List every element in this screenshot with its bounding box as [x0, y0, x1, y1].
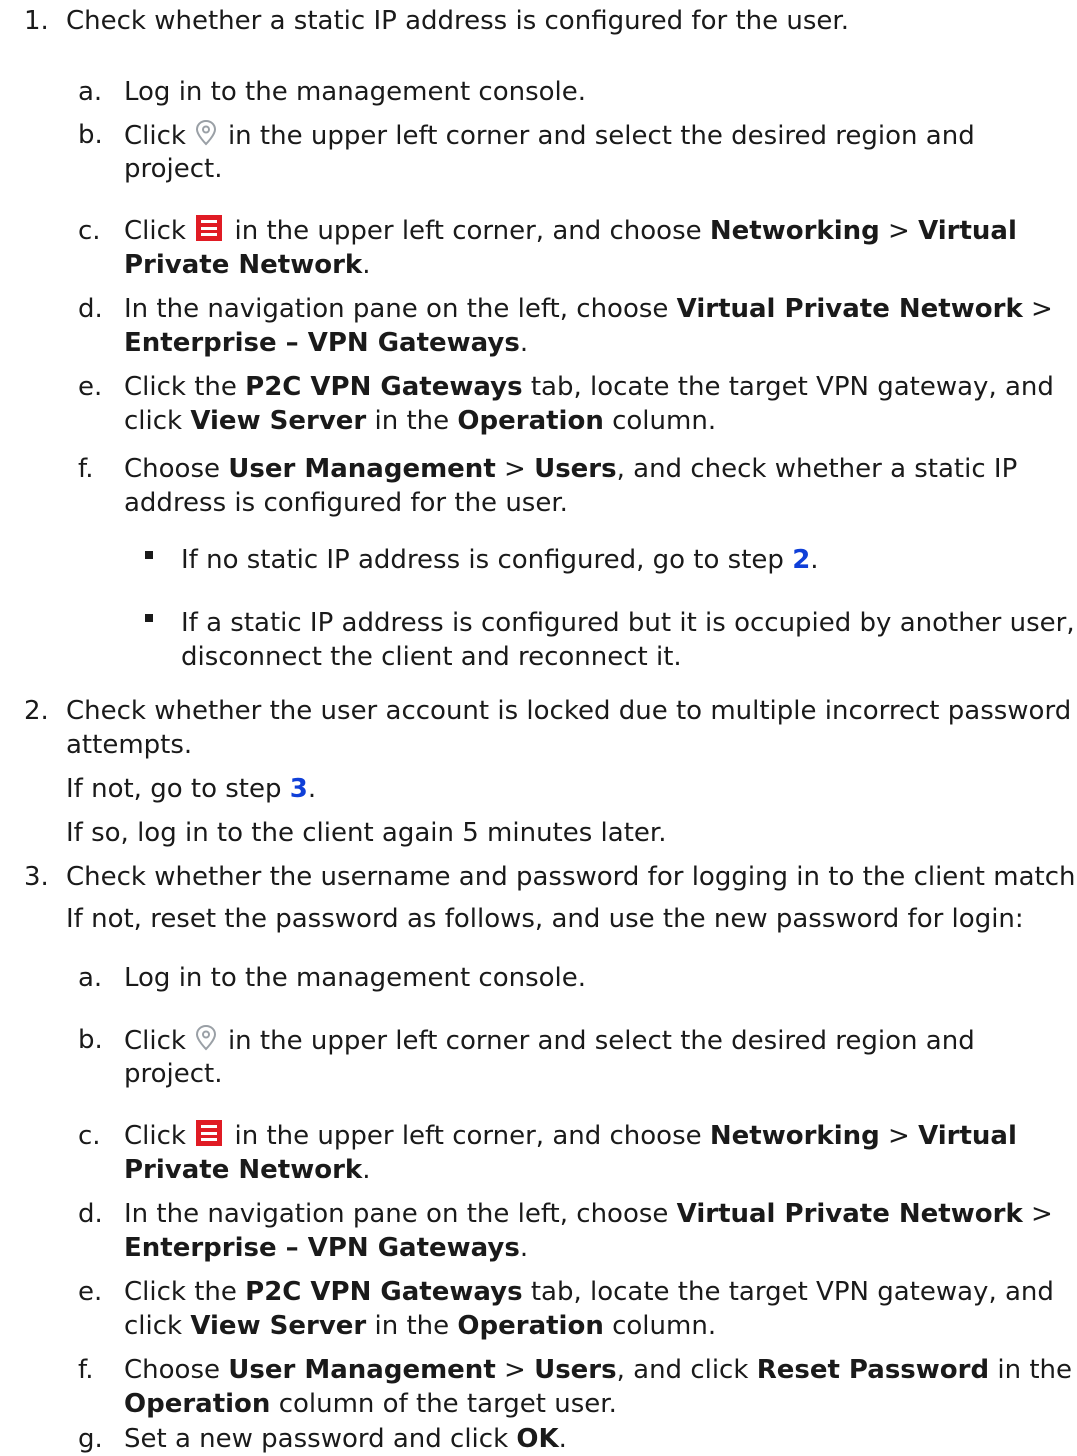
substep-text: Click the P2C VPN Gateways tab, locate t…	[124, 372, 1054, 402]
substep-text-cont: address is configured for the user.	[124, 488, 568, 518]
substep-letter: f.	[78, 1355, 94, 1385]
bullet-marker	[145, 614, 153, 622]
substep-letter: c.	[78, 1121, 101, 1151]
substep-text-cont: Private Network.	[124, 1155, 371, 1185]
step-link[interactable]: 2	[792, 545, 810, 575]
substep-letter: g.	[78, 1424, 103, 1454]
substep-text-cont: Private Network.	[124, 250, 371, 280]
bullet-text: If no static IP address is configured, g…	[181, 545, 819, 575]
location-pin-icon	[190, 1023, 222, 1053]
substep-text: Click the P2C VPN Gateways tab, locate t…	[124, 1277, 1054, 1307]
step-link[interactable]: 3	[290, 774, 308, 804]
substep-letter: c.	[78, 216, 101, 246]
substep-letter: b.	[78, 120, 103, 150]
substep-text-cont: Enterprise – VPN Gateways.	[124, 328, 529, 358]
substep-text-cont: click View Server in the Operation colum…	[124, 1311, 717, 1341]
step-paragraph: If not, go to step 3.	[66, 774, 317, 804]
substep-letter: e.	[78, 1277, 103, 1307]
step-text-cont: attempts.	[66, 730, 193, 760]
substep-text: Choose User Management > Users, and chec…	[124, 454, 1018, 484]
substep-text-cont: Enterprise – VPN Gateways.	[124, 1233, 529, 1263]
step-number: 2.	[24, 696, 49, 726]
substep-text-cont: click View Server in the Operation colum…	[124, 406, 717, 436]
bullet-text-cont: disconnect the client and reconnect it.	[181, 642, 682, 672]
substep-text: In the navigation pane on the left, choo…	[124, 1199, 1053, 1229]
substep-letter: b.	[78, 1025, 103, 1055]
substep-letter: a.	[78, 963, 103, 993]
substep-text: Click in the upper left corner and select…	[124, 118, 975, 153]
service-list-menu-icon	[196, 1120, 223, 1146]
substep-text-cont: project.	[124, 154, 223, 184]
step-paragraph: If so, log in to the client again 5 minu…	[66, 818, 667, 848]
step-text: Check whether the user account is locked…	[66, 696, 1072, 726]
bullet-marker	[145, 551, 153, 559]
substep-text: Click in the upper left corner, and choo…	[124, 215, 1017, 246]
service-list-menu-icon	[196, 215, 223, 241]
location-pin-icon	[190, 118, 222, 148]
substep-text: In the navigation pane on the left, choo…	[124, 294, 1053, 324]
step-text: Check whether the username and password …	[66, 862, 1077, 892]
substep-text-cont: project.	[124, 1059, 223, 1089]
substep-letter: f.	[78, 454, 94, 484]
substep-text: Set a new password and click OK.	[124, 1424, 567, 1454]
substep-text: Click in the upper left corner and select…	[124, 1023, 975, 1058]
substep-letter: d.	[78, 294, 103, 324]
step-paragraph: If not, reset the password as follows, a…	[66, 904, 1024, 934]
step-number: 1.	[24, 6, 49, 36]
step-text: Check whether a static IP address is con…	[66, 6, 849, 36]
substep-text: Choose User Management > Users, and clic…	[124, 1355, 1073, 1385]
substep-text: Click in the upper left corner, and choo…	[124, 1120, 1017, 1151]
substep-letter: d.	[78, 1199, 103, 1229]
step-number: 3.	[24, 862, 49, 892]
substep-text-cont: Operation column of the target user.	[124, 1389, 617, 1419]
substep-text: Log in to the management console.	[124, 77, 587, 107]
substep-letter: a.	[78, 77, 103, 107]
procedure-document: 1. Check whether a static IP address is …	[0, 0, 1077, 1454]
substep-letter: e.	[78, 372, 103, 402]
substep-text: Log in to the management console.	[124, 963, 587, 993]
bullet-text: If a static IP address is configured but…	[181, 608, 1075, 638]
